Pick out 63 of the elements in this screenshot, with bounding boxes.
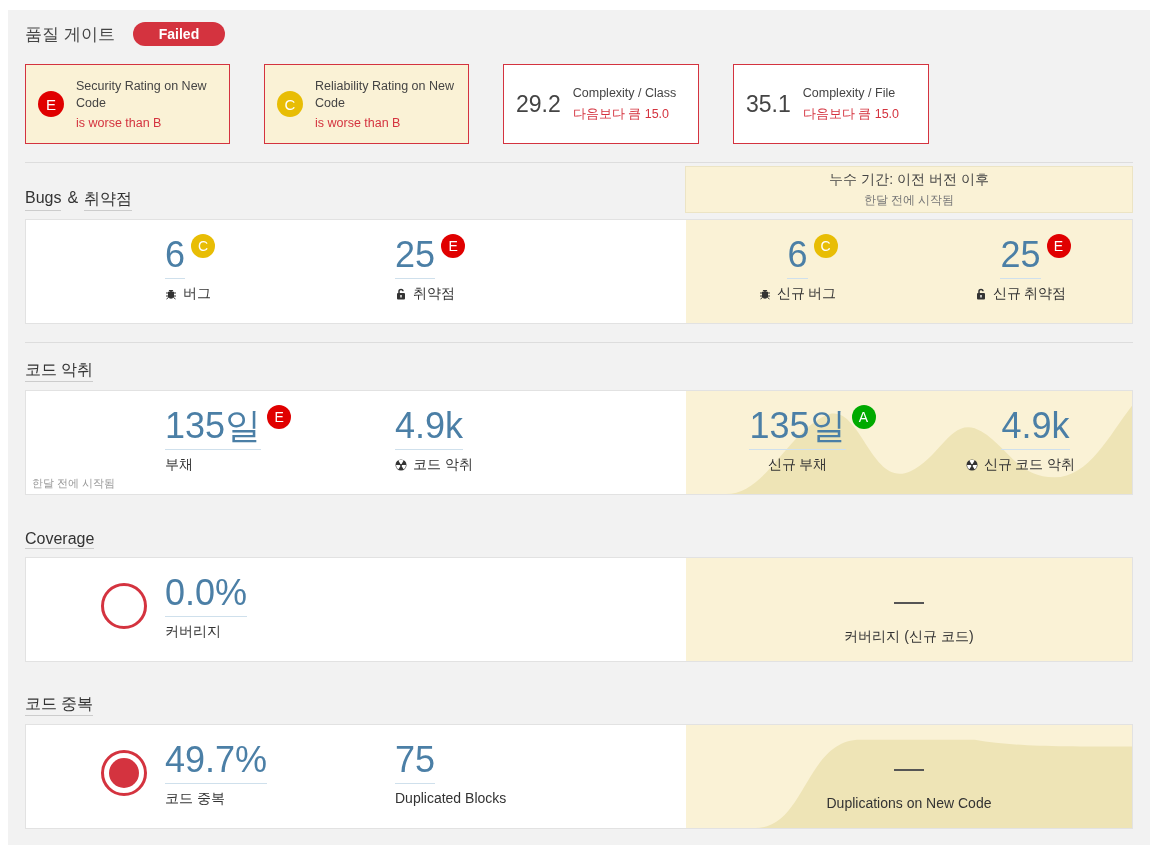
condition-label: Security Rating on New Code <box>76 78 208 112</box>
period-note: 한달 전에 시작됨 <box>32 476 116 491</box>
measure-value[interactable]: 6 <box>787 234 808 279</box>
rating-badge: E <box>267 405 292 429</box>
condition-value: 29.2 <box>516 90 561 118</box>
condition-value: 35.1 <box>746 90 791 118</box>
section-title-link[interactable]: 취약점 <box>84 189 133 211</box>
condition-label: Complexity / Class <box>572 85 677 102</box>
condition-detail: is worse than B <box>315 116 402 130</box>
quality-gate-title: 품질 게이트 <box>25 23 115 46</box>
unlocked-padlock-icon <box>974 288 987 300</box>
rating-badge: C <box>813 234 838 258</box>
rating-badge: C <box>191 234 216 258</box>
rating-badge: C <box>277 91 303 117</box>
rating-badge: E <box>1046 234 1071 258</box>
section-title-link[interactable]: 코드 중복 <box>25 694 94 716</box>
no-value-dash: — <box>894 750 924 786</box>
bug-icon <box>758 288 771 300</box>
condition-detail: 다음보다 큼 15.0 <box>802 106 900 123</box>
measure-label: 취약점 <box>413 285 455 303</box>
measure-value[interactable]: 0.0% <box>165 572 248 617</box>
status-badge: Failed <box>132 22 226 46</box>
radiation-icon <box>965 459 978 471</box>
measure-label: 신규 버그 <box>776 285 837 303</box>
unlocked-padlock-icon <box>395 288 407 300</box>
condition-label: Reliability Rating on New Code <box>315 78 455 112</box>
measure-label: 코드 중복 <box>165 790 225 808</box>
rating-badge: E <box>38 91 64 117</box>
section-title-link[interactable]: 코드 악취 <box>25 360 94 382</box>
leak-period-subtitle: 한달 전에 시작됨 <box>863 191 955 209</box>
leak-period-title: 누수 기간: 이전 버전 이후 <box>829 170 989 189</box>
measure-label: Duplications on New Code <box>826 795 992 811</box>
rating-badge: E <box>441 234 466 258</box>
measure-label: 커버리지 <box>165 623 221 641</box>
bug-icon <box>165 288 177 300</box>
section-title-text: & <box>67 189 79 208</box>
measure-label: 부채 <box>165 456 193 474</box>
radiation-icon <box>395 459 407 471</box>
measure-value[interactable]: 25 <box>1000 234 1041 279</box>
empty-ring-icon <box>100 582 148 630</box>
no-value-dash: — <box>894 583 924 619</box>
condition-label: Complexity / File <box>802 85 897 102</box>
condition-detail: 다음보다 큼 15.0 <box>572 106 671 123</box>
section-title-link[interactable]: Coverage <box>25 530 95 549</box>
measure-label: 신규 부채 <box>767 456 828 474</box>
measure-label: 코드 악취 <box>413 456 473 474</box>
filled-ring-icon <box>100 749 148 797</box>
measure-value[interactable]: 135일 <box>749 405 846 450</box>
condition-detail: is worse than B <box>76 116 163 130</box>
measure-value[interactable]: 4.9k <box>1001 405 1070 450</box>
section-title-link[interactable]: Bugs <box>25 189 62 211</box>
rating-badge: A <box>851 405 876 429</box>
measure-value[interactable]: 6 <box>165 234 186 279</box>
measure-label: 커버리지 (신규 코드) <box>844 628 974 646</box>
measure-label: 신규 취약점 <box>992 285 1067 303</box>
measure-label: 신규 코드 악취 <box>983 456 1076 474</box>
measure-value[interactable]: 25 <box>395 234 436 279</box>
measure-value[interactable]: 75 <box>395 739 436 784</box>
measure-value[interactable]: 4.9k <box>395 405 464 450</box>
measure-value[interactable]: 49.7% <box>165 739 268 784</box>
measure-value[interactable]: 135일 <box>165 405 262 450</box>
measure-label: 버그 <box>183 285 211 303</box>
measure-label: Duplicated Blocks <box>395 790 507 806</box>
